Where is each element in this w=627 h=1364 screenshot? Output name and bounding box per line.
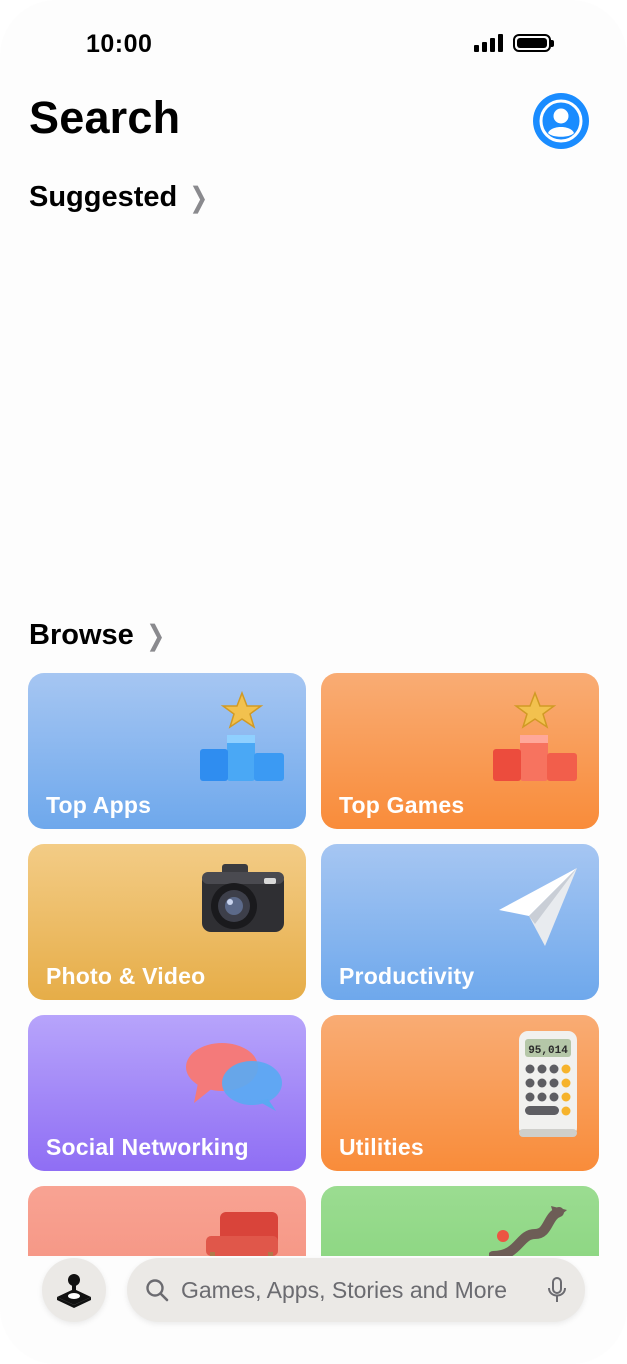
category-tile-photo-video[interactable]: Photo & Video bbox=[28, 844, 306, 1000]
category-tile-top-apps[interactable]: Top Apps bbox=[28, 673, 306, 829]
category-label: Social Networking bbox=[46, 1134, 249, 1160]
category-label: Utilities bbox=[339, 1134, 424, 1160]
status-time: 10:00 bbox=[86, 30, 153, 58]
account-button[interactable] bbox=[533, 93, 589, 149]
person-circle-icon bbox=[539, 99, 583, 143]
suggested-label: Suggested bbox=[29, 181, 178, 213]
page-title: Search bbox=[29, 92, 181, 143]
calculator-icon: 95,014 bbox=[519, 1031, 577, 1137]
browse-grid: Top Apps Top Games Photo & Video Product… bbox=[28, 673, 599, 1342]
suggested-header[interactable]: Suggested ❯ bbox=[29, 181, 211, 214]
chevron-right-icon: ❯ bbox=[189, 182, 209, 213]
battery-icon bbox=[513, 34, 554, 52]
winding-path-icon bbox=[489, 1206, 567, 1261]
category-tile-top-games[interactable]: Top Games bbox=[321, 673, 599, 829]
search-field[interactable]: Games, Apps, Stories and More bbox=[127, 1258, 585, 1322]
search-placeholder: Games, Apps, Stories and More bbox=[181, 1276, 507, 1303]
browse-header[interactable]: Browse ❯ bbox=[29, 619, 167, 652]
category-label: Top Apps bbox=[46, 792, 152, 818]
category-tile-social-networking[interactable]: Social Networking bbox=[28, 1015, 306, 1171]
status-icons bbox=[474, 34, 554, 52]
joystick-icon bbox=[57, 1274, 91, 1308]
signal-icon bbox=[474, 34, 503, 52]
microphone-icon[interactable] bbox=[547, 1276, 567, 1304]
category-label: Top Games bbox=[339, 792, 465, 818]
browse-label: Browse bbox=[29, 619, 134, 651]
arcade-button[interactable] bbox=[42, 1258, 106, 1322]
paper-plane-icon bbox=[499, 868, 577, 946]
category-label: Productivity bbox=[339, 963, 475, 989]
category-tile-productivity[interactable]: Productivity bbox=[321, 844, 599, 1000]
camera-icon bbox=[202, 864, 284, 932]
category-label: Photo & Video bbox=[46, 963, 206, 989]
calculator-display: 95,014 bbox=[528, 1045, 568, 1057]
category-tile-utilities[interactable]: 95,014 Utilities bbox=[321, 1015, 599, 1171]
speech-bubbles-icon bbox=[186, 1043, 282, 1111]
podium-star-red-icon bbox=[493, 690, 577, 781]
podium-star-blue-icon bbox=[200, 690, 284, 781]
app-screen: 10:00 Search Suggested ❯ Browse ❯ Top Ap… bbox=[0, 0, 627, 1364]
search-icon bbox=[146, 1279, 169, 1302]
chevron-right-icon: ❯ bbox=[146, 620, 165, 651]
